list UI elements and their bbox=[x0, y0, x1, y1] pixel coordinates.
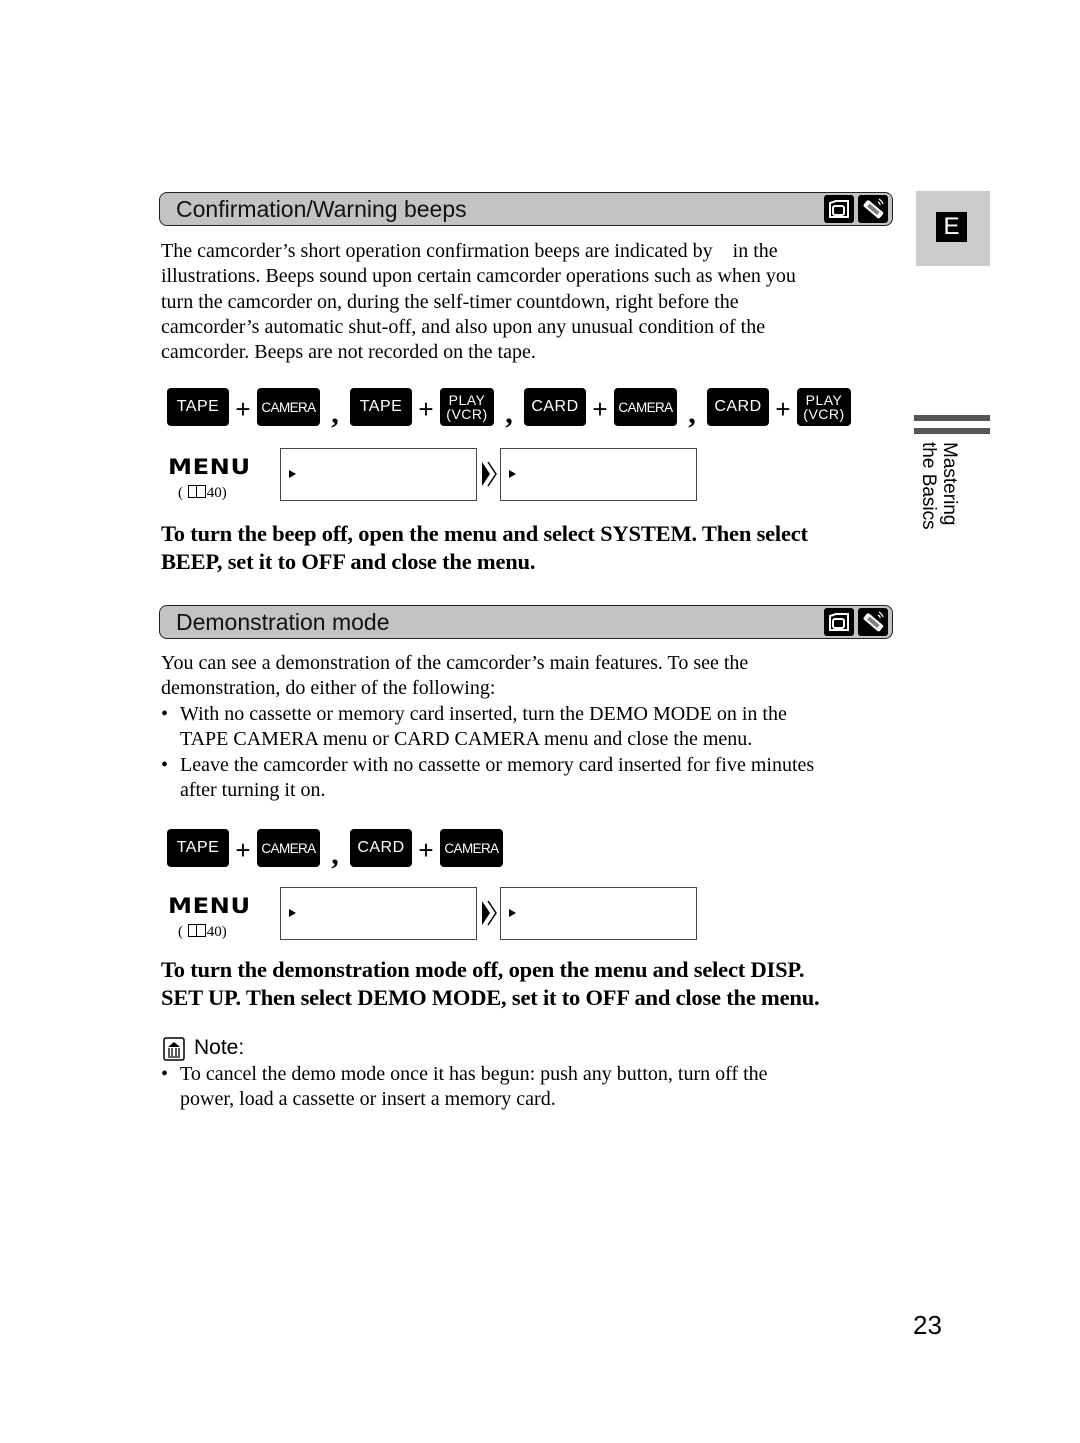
page-reference: ( 40) bbox=[178, 485, 227, 501]
play-vcr-key: PLAY (VCR) bbox=[440, 388, 494, 426]
note-icon bbox=[163, 1037, 185, 1061]
play-key-line1: PLAY bbox=[805, 392, 843, 408]
play-vcr-key: PLAY (VCR) bbox=[797, 388, 851, 426]
comma: , bbox=[331, 838, 339, 871]
card-key: CARD bbox=[350, 829, 412, 867]
instruction-line: SET UP. Then select DEMO MODE, set it to… bbox=[161, 984, 820, 1010]
paragraph-line: camcorder. Beeps are not recorded on the… bbox=[161, 341, 536, 364]
section-title: Demonstration mode bbox=[176, 609, 390, 635]
instruction-line: To turn the beep off, open the menu and … bbox=[161, 521, 808, 546]
chapter-label: Mastering the Basics bbox=[916, 442, 960, 532]
card-key: CARD bbox=[707, 388, 769, 426]
double-arrow-icon bbox=[482, 900, 497, 926]
instruction-line: To turn the demonstration mode off, open… bbox=[161, 957, 805, 982]
comma: , bbox=[688, 397, 696, 430]
play-key-line2: (VCR) bbox=[446, 406, 488, 422]
menu-step-box bbox=[280, 887, 477, 940]
menu-step-box bbox=[500, 448, 697, 501]
mode-combinations: TAPE + CAMERA , CARD + CAMERA bbox=[167, 828, 503, 871]
remote-control-icon bbox=[858, 195, 888, 223]
section-header-demo: Demonstration mode bbox=[159, 605, 893, 639]
page-reference: ( 40) bbox=[178, 924, 227, 940]
paragraph-line: demonstration, do either of the followin… bbox=[161, 677, 496, 700]
demo-description: You can see a demonstration of the camco… bbox=[161, 651, 748, 702]
double-arrow-icon bbox=[482, 461, 497, 487]
chapter-label-line1: Mastering bbox=[939, 442, 960, 526]
cursor-arrow-icon bbox=[289, 909, 296, 917]
tape-key: TAPE bbox=[350, 388, 412, 426]
note-label: Note: bbox=[194, 1036, 245, 1059]
comma: , bbox=[331, 397, 339, 430]
menu-step-box bbox=[280, 448, 477, 501]
paragraph-line: illustrations. Beeps sound upon certain … bbox=[161, 265, 796, 288]
book-icon bbox=[187, 485, 206, 498]
tape-key: TAPE bbox=[167, 829, 229, 867]
plus-sign: + bbox=[592, 393, 608, 424]
camera-key: CAMERA bbox=[440, 829, 503, 867]
page-number: 23 bbox=[913, 1310, 942, 1340]
mode-combinations: TAPE + CAMERA , TAPE + PLAY (VCR) , CARD… bbox=[167, 387, 851, 430]
note-item: To cancel the demo mode once it has begu… bbox=[180, 1063, 768, 1111]
card-key: CARD bbox=[524, 388, 586, 426]
remote-control-icon bbox=[858, 608, 888, 636]
section-title: Confirmation/Warning beeps bbox=[176, 196, 467, 222]
bullet-marker: • bbox=[161, 1063, 169, 1085]
cursor-arrow-icon bbox=[289, 470, 296, 478]
camcorder-icon bbox=[824, 608, 854, 636]
plus-sign: + bbox=[418, 393, 434, 424]
plus-sign: + bbox=[418, 834, 434, 865]
bullet-marker: • bbox=[161, 754, 169, 776]
section-header-beeps: Confirmation/Warning beeps bbox=[159, 192, 893, 226]
language-letter: E bbox=[936, 212, 967, 242]
play-key-line2: (VCR) bbox=[803, 406, 845, 422]
camera-key: CAMERA bbox=[614, 388, 677, 426]
beeps-description: The camcorder’s short operation confirma… bbox=[161, 239, 796, 365]
camera-key: CAMERA bbox=[257, 829, 320, 867]
plus-sign: + bbox=[235, 834, 251, 865]
language-tab: E bbox=[916, 191, 990, 266]
comma: , bbox=[505, 397, 513, 430]
chapter-bar-top bbox=[914, 415, 990, 421]
chapter-bar-bottom bbox=[914, 428, 990, 434]
demo-off-instruction: To turn the demonstration mode off, open… bbox=[161, 956, 820, 1011]
cursor-arrow-icon bbox=[509, 909, 516, 917]
cursor-arrow-icon bbox=[509, 470, 516, 478]
chapter-label-line2: the Basics bbox=[918, 442, 939, 530]
book-icon bbox=[187, 924, 206, 937]
menu-button-label: MENU bbox=[168, 894, 251, 918]
plus-sign: + bbox=[775, 393, 791, 424]
paragraph-line: camcorder’s automatic shut-off, and also… bbox=[161, 315, 766, 338]
play-key-line1: PLAY bbox=[448, 392, 486, 408]
plus-sign: + bbox=[235, 393, 251, 424]
instruction-line: BEEP, set it to OFF and close the menu. bbox=[161, 548, 536, 574]
bullet-item: With no cassette or memory card inserted… bbox=[180, 703, 787, 751]
tape-key: TAPE bbox=[167, 388, 229, 426]
menu-button-label: MENU bbox=[168, 455, 251, 479]
menu-step-box bbox=[500, 887, 697, 940]
paragraph-line: turn the camcorder on, during the self-t… bbox=[161, 290, 739, 313]
bullet-marker: • bbox=[161, 703, 169, 725]
bullet-item: Leave the camcorder with no cassette or … bbox=[180, 754, 815, 802]
camcorder-icon bbox=[824, 195, 854, 223]
paragraph-line: The camcorder’s short operation confirma… bbox=[161, 240, 778, 262]
beep-off-instruction: To turn the beep off, open the menu and … bbox=[161, 520, 808, 575]
camera-key: CAMERA bbox=[257, 388, 320, 426]
paragraph-line: You can see a demonstration of the camco… bbox=[161, 652, 749, 674]
